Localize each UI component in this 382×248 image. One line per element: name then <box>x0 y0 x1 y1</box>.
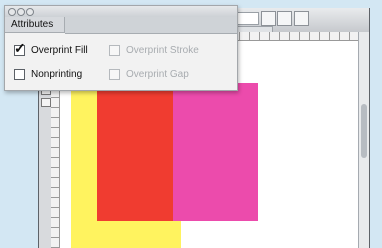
overprint-stroke-option[interactable]: Overprint Stroke <box>109 42 199 58</box>
overprint-gap-option[interactable]: Overprint Gap <box>109 66 189 82</box>
nonprinting-label: Nonprinting <box>31 68 83 80</box>
overprint-gap-checkbox[interactable] <box>109 68 120 80</box>
overprint-fill-label: Overprint Fill <box>31 44 88 56</box>
pink-rectangle[interactable] <box>173 83 258 221</box>
nonprinting-checkbox[interactable] <box>14 68 25 80</box>
toolbar-icon[interactable] <box>294 11 309 26</box>
red-rectangle[interactable] <box>97 83 173 221</box>
overprint-gap-label: Overprint Gap <box>126 68 189 80</box>
minimize-icon[interactable] <box>17 8 25 16</box>
overprint-fill-option[interactable]: ✓ Overprint Fill <box>14 41 88 58</box>
tab-attributes[interactable]: Attributes <box>5 17 65 33</box>
panel-tab-strip <box>65 17 237 34</box>
toolbar-icon[interactable] <box>261 11 276 26</box>
zoom-icon[interactable] <box>26 8 34 16</box>
scrollbar-thumb[interactable] <box>361 104 367 158</box>
toolbar-icon[interactable] <box>277 11 292 26</box>
overprint-stroke-checkbox[interactable] <box>109 44 120 56</box>
close-icon[interactable] <box>8 8 16 16</box>
overprint-stroke-label: Overprint Stroke <box>126 44 199 56</box>
nonprinting-option[interactable]: Nonprinting <box>14 66 82 82</box>
overprint-fill-checkbox[interactable]: ✓ <box>14 41 26 56</box>
checkmark-icon: ✓ <box>14 39 26 56</box>
vertical-scrollbar[interactable] <box>358 32 369 248</box>
tool-icon[interactable] <box>41 98 51 107</box>
attributes-panel: Attributes ✓ Overprint Fill Overprint St… <box>4 5 238 91</box>
